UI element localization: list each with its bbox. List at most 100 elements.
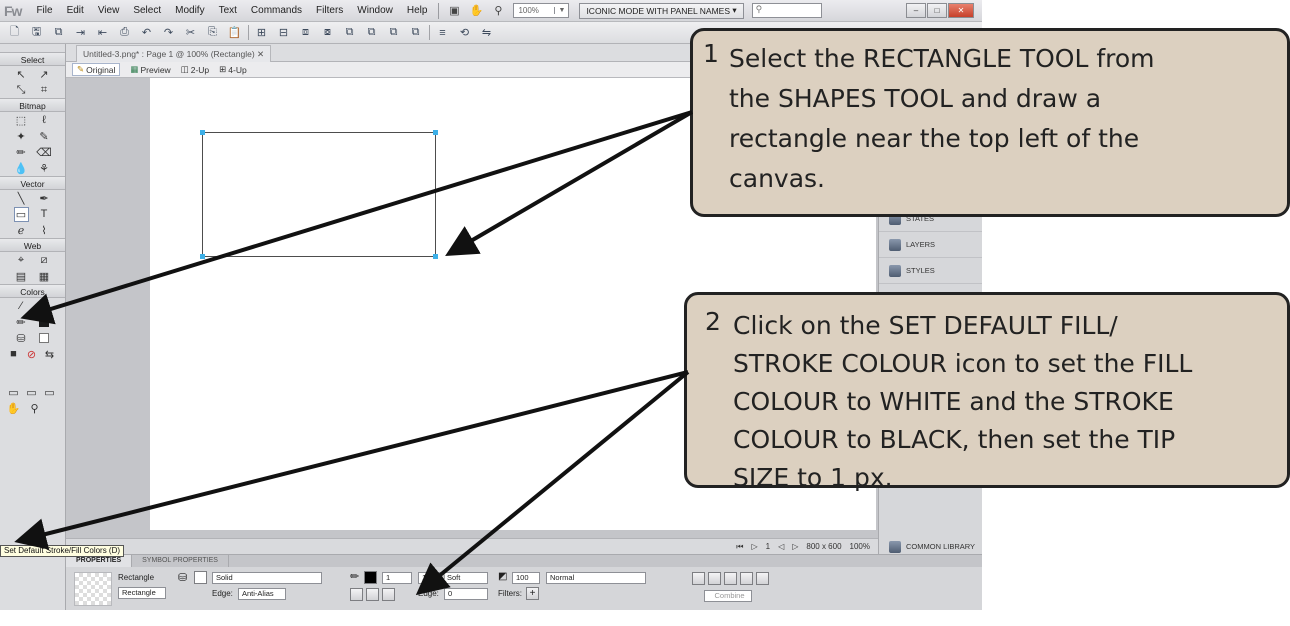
scale-tool-icon[interactable]: ⤡	[14, 83, 29, 98]
minimize-button[interactable]: –	[906, 3, 926, 18]
combine-punch-button[interactable]	[724, 572, 737, 585]
search-input[interactable]: ⚲	[751, 3, 822, 18]
screen-mode-max-icon[interactable]: ▭	[42, 385, 57, 400]
new-icon[interactable]: 🗋	[6, 24, 23, 41]
join-icon[interactable]: ⧈	[297, 24, 314, 41]
magic-wand-tool-icon[interactable]: ✦	[14, 129, 29, 144]
rectangle-object[interactable]	[200, 130, 438, 259]
slice-tool-icon[interactable]: ⧄	[37, 253, 52, 268]
zoom-select[interactable]: 100% ▼	[513, 3, 570, 18]
maximize-button[interactable]: □	[927, 3, 947, 18]
bring-front-icon[interactable]: ⧉	[385, 24, 402, 41]
flip-icon[interactable]: ⇋	[478, 24, 495, 41]
eyedropper-tool-icon[interactable]: ⁄	[14, 299, 29, 314]
export-icon[interactable]: ⇤	[94, 24, 111, 41]
screen-mode-icon[interactable]: ▭	[6, 385, 21, 400]
bring-forward-icon[interactable]: ⧉	[341, 24, 358, 41]
selection-handle[interactable]	[433, 130, 438, 135]
combine-exclude-button[interactable]	[756, 572, 769, 585]
open-icon[interactable]: ⧉	[50, 24, 67, 41]
blend-mode-select[interactable]: Normal	[546, 572, 646, 584]
tab-original[interactable]: ✎ Original	[72, 63, 121, 76]
undo-icon[interactable]: ↶	[138, 24, 155, 41]
default-colors-icon[interactable]: ■	[6, 347, 21, 362]
add-filter-button[interactable]: +	[526, 587, 539, 600]
workspace-switcher[interactable]: ICONIC MODE WITH PANEL NAMES ▾	[579, 2, 744, 19]
pen-tool-icon[interactable]: ✒	[37, 191, 52, 206]
hand-tool-icon[interactable]: ✋	[6, 401, 21, 416]
next-frame-icon[interactable]: ▷	[792, 542, 798, 551]
combine-crop-button[interactable]	[740, 572, 753, 585]
copy-icon[interactable]: ⎘	[204, 24, 221, 41]
line-tool-icon[interactable]: ╲	[14, 191, 29, 206]
redo-icon[interactable]: ↷	[160, 24, 177, 41]
tab-2-up[interactable]: ◫ 2-Up	[181, 64, 209, 75]
print-icon[interactable]: ⎙	[116, 24, 133, 41]
pointer-tool-icon[interactable]: ↖	[14, 67, 29, 82]
close-icon[interactable]: ✕	[257, 49, 264, 59]
panel-layers[interactable]: LAYERS	[879, 232, 982, 258]
menu-edit[interactable]: Edit	[60, 5, 91, 16]
text-tool-icon[interactable]: T	[37, 207, 52, 222]
stroke-outside-button[interactable]	[382, 588, 395, 601]
selection-handle[interactable]	[433, 254, 438, 259]
menu-window[interactable]: Window	[350, 5, 400, 16]
hide-slices-icon[interactable]: ▤	[14, 269, 29, 284]
prev-frame-icon[interactable]: ◁	[778, 542, 784, 551]
menu-filters[interactable]: Filters	[309, 5, 350, 16]
paste-icon[interactable]: 📋	[226, 24, 243, 41]
stroke-type-select[interactable]: 1-Pixel Soft	[418, 572, 488, 584]
stroke-color-swatch[interactable]	[37, 315, 52, 330]
menu-commands[interactable]: Commands	[244, 5, 309, 16]
rubber-stamp-tool-icon[interactable]: ⚘	[37, 161, 52, 176]
subselect-tool-icon[interactable]: ↗	[37, 67, 52, 82]
play-icon[interactable]: ▷	[751, 542, 757, 551]
stroke-center-button[interactable]	[366, 588, 379, 601]
freeform-tool-icon[interactable]: ℯ	[14, 223, 29, 238]
status-zoom[interactable]: 100%	[850, 542, 870, 551]
menu-text[interactable]: Text	[212, 5, 244, 16]
no-stroke-fill-icon[interactable]: ⊘	[24, 347, 39, 362]
combine-button[interactable]: Combine	[704, 590, 752, 602]
eraser-tool-icon[interactable]: ⌫	[36, 145, 52, 160]
opacity-field[interactable]: 100	[512, 572, 540, 584]
marquee-tool-icon[interactable]: ⬚	[14, 113, 29, 128]
cut-icon[interactable]: ✂	[182, 24, 199, 41]
rotate-icon[interactable]: ⟲	[456, 24, 473, 41]
zoom-icon[interactable]: ⚲	[490, 3, 506, 19]
tab-preview[interactable]: ▦ Preview	[130, 64, 170, 75]
brush-tool-icon[interactable]: ✎	[37, 129, 52, 144]
stroke-color-swatch[interactable]	[364, 571, 377, 584]
combine-intersect-button[interactable]	[708, 572, 721, 585]
selection-handle[interactable]	[200, 130, 205, 135]
stroke-edge-field[interactable]: 0	[444, 588, 488, 600]
document-tab[interactable]: Untitled-3.png* : Page 1 @ 100% (Rectang…	[76, 44, 272, 62]
menu-modify[interactable]: Modify	[168, 5, 211, 16]
stroke-inside-button[interactable]	[350, 588, 363, 601]
screen-mode-full-icon[interactable]: ▭	[24, 385, 39, 400]
tab-symbol-properties[interactable]: SYMBOL PROPERTIES	[132, 555, 229, 567]
object-name-field[interactable]: Rectangle	[118, 587, 166, 599]
fill-color-swatch[interactable]	[194, 571, 207, 584]
hand-icon[interactable]: ✋	[468, 3, 484, 19]
blur-tool-icon[interactable]: 💧	[14, 161, 29, 176]
hotspot-tool-icon[interactable]: ⌖	[14, 253, 29, 268]
crop-tool-icon[interactable]: ⌗	[37, 83, 52, 98]
pencil-tool-icon[interactable]: ✏	[14, 145, 29, 160]
menu-file[interactable]: File	[29, 5, 59, 16]
stroke-color-icon[interactable]: ✏	[14, 315, 29, 330]
split-icon[interactable]: ⧇	[319, 24, 336, 41]
zoom-tool-icon[interactable]: ⚲	[27, 401, 42, 416]
edge-select[interactable]: Anti-Alias	[238, 588, 286, 600]
paint-bucket-tool-icon[interactable]: ⛁	[37, 299, 52, 314]
fill-type-select[interactable]: Solid	[212, 572, 322, 584]
align-icon[interactable]: ≡	[434, 24, 451, 41]
show-slices-icon[interactable]: ▦	[37, 269, 52, 284]
tab-4-up[interactable]: ⊞ 4-Up	[219, 64, 247, 75]
knife-tool-icon[interactable]: ⌇	[37, 223, 52, 238]
fill-color-icon[interactable]: ⛁	[14, 331, 29, 346]
lasso-tool-icon[interactable]: ℓ	[37, 113, 52, 128]
ungroup-icon[interactable]: ⊟	[275, 24, 292, 41]
layout-icon[interactable]: ▣	[446, 3, 462, 19]
stroke-size-field[interactable]: 1	[382, 572, 412, 584]
